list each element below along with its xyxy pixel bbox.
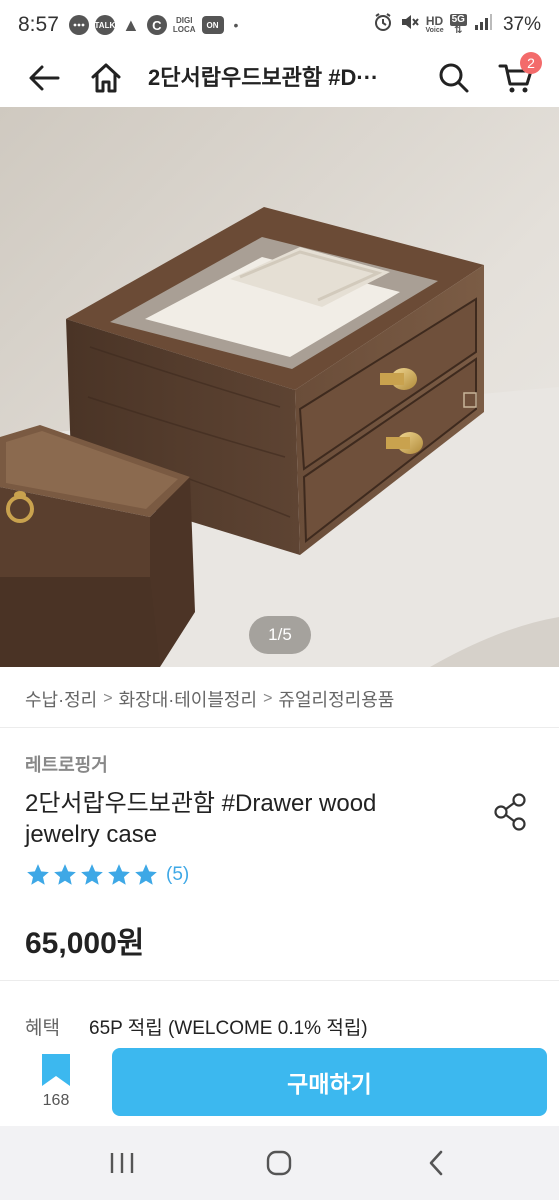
app-header: 2단서랍우드보관함 #D··· 2	[0, 50, 559, 106]
back-nav-button[interactable]	[416, 1144, 456, 1182]
c-icon: C	[146, 15, 167, 35]
product-title: 2단서랍우드보관함 #Drawer wood jewelry case	[25, 790, 377, 848]
star-icon	[81, 864, 103, 885]
bookmark-count: 168	[42, 1092, 70, 1109]
benefit-row: 혜택 65P 적립 (WELCOME 0.1% 적립)	[25, 1013, 368, 1040]
divider	[0, 727, 559, 728]
breadcrumb-separator: >	[103, 690, 113, 707]
product-image-gallery[interactable]	[0, 107, 559, 667]
breadcrumb: 수납·정리 > 화장대·테이블정리 > 쥬얼리정리용품	[25, 686, 394, 712]
search-icon	[439, 63, 469, 93]
benefit-value: 65P 적립 (WELCOME 0.1% 적립)	[89, 1018, 368, 1039]
system-nav-bar	[0, 1126, 559, 1200]
home-button[interactable]	[84, 56, 128, 100]
recent-apps-icon	[110, 1153, 134, 1173]
loca-label: LOCA	[172, 25, 196, 34]
buy-button[interactable]: 구매하기	[112, 1048, 547, 1116]
star-icon	[135, 864, 157, 885]
status-time: 8:57	[18, 13, 59, 36]
chat-icon	[68, 15, 89, 35]
share-icon	[494, 793, 526, 831]
talk-icon: TALK	[95, 15, 115, 35]
product-price: 65,000원	[25, 927, 145, 960]
on-icon: ON	[201, 16, 224, 34]
review-count[interactable]: (5)	[166, 864, 189, 886]
recent-apps-button[interactable]	[102, 1144, 142, 1182]
home-nav-button[interactable]	[259, 1144, 299, 1182]
star-icon	[108, 864, 130, 885]
brand-name[interactable]: 레트로핑거	[25, 751, 108, 777]
breadcrumb-item-vanity[interactable]: 화장대·테이블정리	[119, 686, 257, 712]
home-circle-icon	[266, 1150, 292, 1176]
fiveg-icon: 5G ⇅	[449, 14, 467, 36]
benefit-label: 혜택	[25, 1018, 60, 1039]
home-icon	[91, 63, 121, 93]
breadcrumb-item-storage[interactable]: 수납·정리	[25, 686, 97, 712]
digi-loca-icon: DIGI LOCA	[173, 15, 196, 35]
warning-icon: ▲	[121, 14, 140, 35]
hd-voice-icon: HD Voice	[425, 15, 443, 35]
star-icon	[54, 864, 76, 885]
star-icon	[27, 864, 49, 885]
mute-icon	[399, 12, 420, 38]
signal-icon	[473, 12, 493, 38]
bookmark-button[interactable]: 168	[30, 1050, 82, 1118]
breadcrumb-item-jewelry[interactable]: 쥬얼리정리용품	[278, 686, 394, 712]
product-rating[interactable]: (5)	[25, 862, 189, 888]
digi-label: DIGI	[175, 16, 193, 25]
more-dot: •	[233, 17, 239, 33]
divider	[0, 980, 559, 981]
status-bar: 8:57 TALK ▲ C DIGI LOCA ON • HD Voice 5G…	[0, 0, 559, 50]
cart-count-badge: 2	[520, 52, 542, 74]
product-photo	[0, 107, 559, 667]
notification-icons: TALK ▲ C DIGI LOCA ON •	[68, 14, 239, 35]
rating-stars	[25, 862, 160, 888]
bookmark-icon	[42, 1054, 70, 1086]
hd-label: HD	[425, 14, 444, 28]
updown-arrows-icon: ⇅	[454, 25, 463, 36]
back-arrow-icon	[29, 65, 60, 91]
back-button[interactable]	[22, 56, 66, 100]
system-icons: HD Voice 5G ⇅ 37%	[373, 12, 541, 38]
battery-percent: 37%	[502, 14, 541, 35]
breadcrumb-separator: >	[263, 690, 273, 707]
alarm-icon	[373, 12, 393, 38]
page-title: 2단서랍우드보관함 #D···	[148, 65, 379, 90]
hd-sub-label: Voice	[425, 27, 444, 34]
cart-button[interactable]: 2	[494, 52, 542, 100]
image-counter: 1/5	[249, 616, 311, 654]
search-button[interactable]	[432, 56, 476, 100]
share-button[interactable]	[492, 792, 530, 832]
back-chevron-icon	[429, 1150, 443, 1176]
